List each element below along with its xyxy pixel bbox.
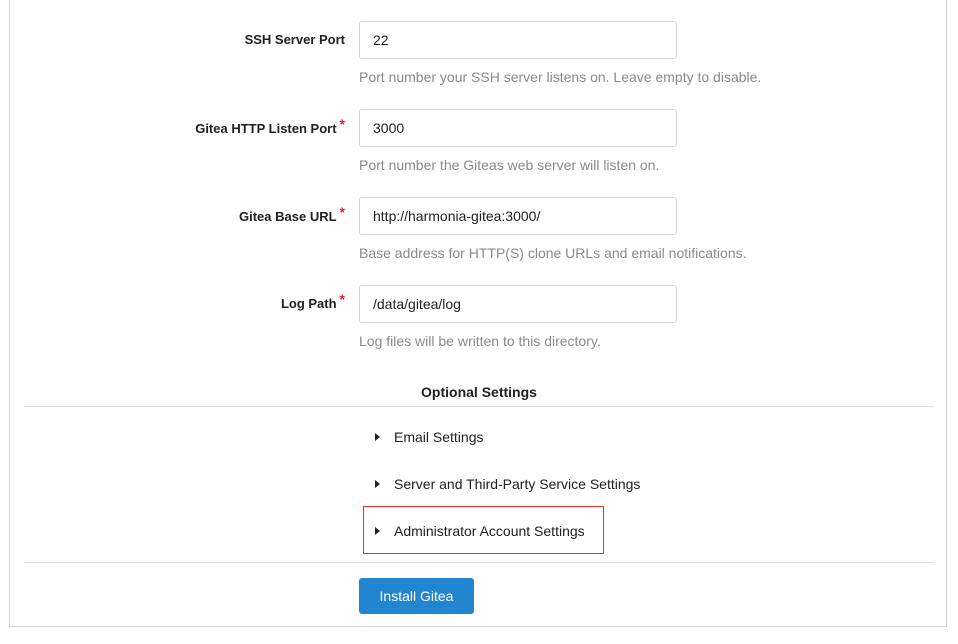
email-settings-toggle[interactable]: Email Settings xyxy=(375,429,483,445)
base-url-label-text: Gitea Base URL xyxy=(239,209,337,224)
caret-right-icon xyxy=(375,480,380,488)
http-port-input[interactable] xyxy=(359,109,677,147)
log-path-help: Log files will be written to this direct… xyxy=(359,333,601,349)
ssh-port-help: Port number your SSH server listens on. … xyxy=(359,69,762,85)
caret-right-icon xyxy=(375,433,380,441)
required-marker: * xyxy=(339,204,345,220)
base-url-label: Gitea Base URL * xyxy=(239,204,345,224)
http-port-help: Port number the Giteas web server will l… xyxy=(359,157,660,173)
ssh-port-label: SSH Server Port xyxy=(245,32,345,47)
optional-settings-title: Optional Settings xyxy=(421,384,537,400)
divider-bottom xyxy=(24,562,934,563)
base-url-input[interactable] xyxy=(359,197,677,235)
log-path-label-text: Log Path xyxy=(280,296,337,311)
highlight-annotation xyxy=(363,506,604,554)
base-url-help: Base address for HTTP(S) clone URLs and … xyxy=(359,245,747,261)
log-path-label: Log Path * xyxy=(280,291,345,311)
log-path-input[interactable] xyxy=(359,285,677,323)
server-settings-label: Server and Third-Party Service Settings xyxy=(394,476,641,492)
http-port-label-text: Gitea HTTP Listen Port xyxy=(195,121,337,136)
email-settings-label: Email Settings xyxy=(394,429,484,445)
install-gitea-button[interactable]: Install Gitea xyxy=(359,578,474,614)
required-marker: * xyxy=(339,116,345,132)
ssh-port-label-text: SSH Server Port xyxy=(244,32,345,47)
ssh-port-input[interactable] xyxy=(359,21,677,59)
http-port-label: Gitea HTTP Listen Port * xyxy=(195,116,345,136)
required-marker: * xyxy=(339,291,345,307)
divider-top xyxy=(24,406,934,407)
server-settings-toggle[interactable]: Server and Third-Party Service Settings xyxy=(375,476,640,492)
